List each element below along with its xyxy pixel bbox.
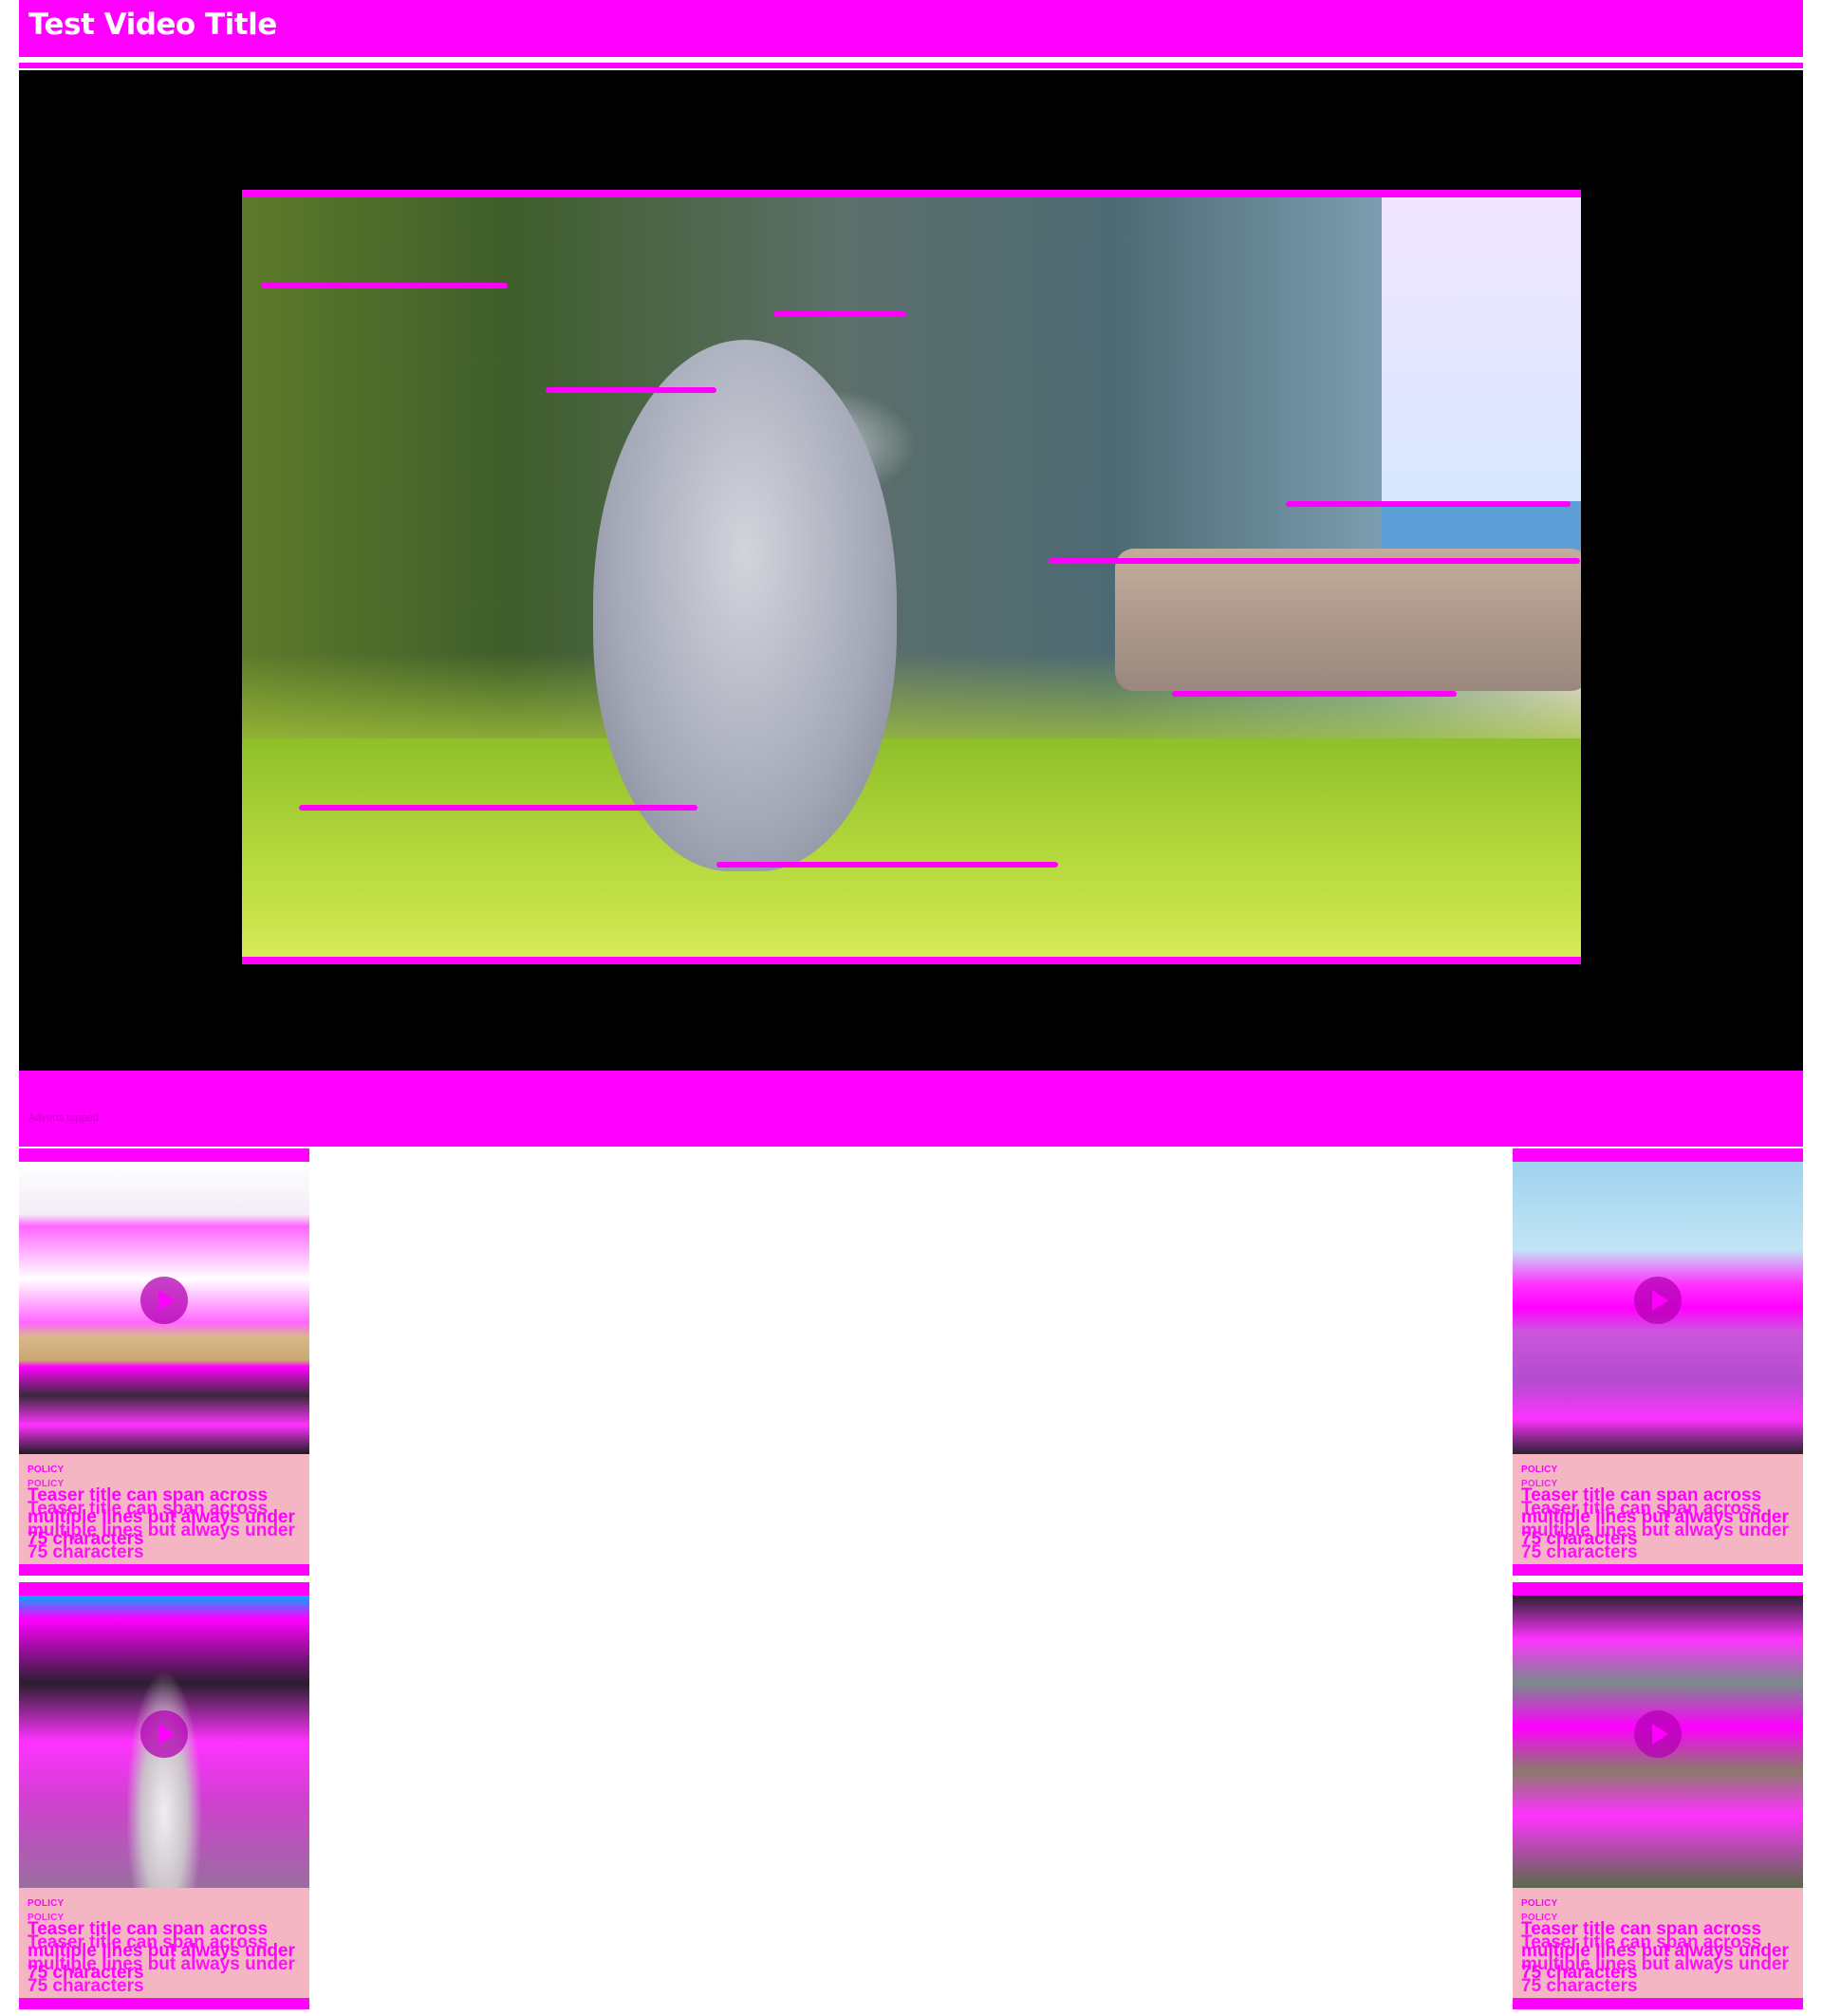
page: Test Video Title Adverts tapped POLICY P… xyxy=(0,0,1822,2016)
thumbnail-border xyxy=(19,1148,309,1162)
header-bar: Test Video Title xyxy=(19,0,1803,57)
play-icon[interactable] xyxy=(140,1277,188,1324)
controls-divider xyxy=(19,1143,1803,1147)
play-icon[interactable] xyxy=(140,1710,188,1758)
thumbnail-border xyxy=(1513,1582,1803,1596)
video-character xyxy=(593,340,897,871)
page-title: Test Video Title xyxy=(28,8,277,42)
card-title-echo: Teaser title can span across multiple li… xyxy=(28,1932,295,1996)
video-frame[interactable] xyxy=(242,190,1581,964)
card-title-echo: Teaser title can span across multiple li… xyxy=(28,1499,295,1562)
header-divider xyxy=(19,63,1803,68)
video-grass xyxy=(242,738,1581,957)
card-title-echo: Teaser title can span across multiple li… xyxy=(1521,1499,1789,1562)
artifact-streak xyxy=(299,805,697,811)
player-controls[interactable]: Adverts tapped xyxy=(19,1071,1803,1143)
video-sky xyxy=(1382,197,1581,501)
card-thumbnail[interactable] xyxy=(19,1148,309,1454)
card-category: POLICY xyxy=(28,1898,65,1909)
artifact-streak xyxy=(546,387,716,393)
thumbnail-border xyxy=(1513,1148,1803,1162)
play-icon[interactable] xyxy=(1634,1710,1682,1758)
video-card[interactable]: POLICY POLICY Teaser title can span acro… xyxy=(1513,1148,1803,1576)
controls-label: Adverts tapped xyxy=(28,1112,99,1124)
video-card[interactable]: POLICY POLICY Teaser title can span acro… xyxy=(1513,1582,1803,2009)
card-thumbnail[interactable] xyxy=(1513,1148,1803,1454)
play-icon[interactable] xyxy=(1634,1277,1682,1324)
card-footer-bar xyxy=(1513,1998,1803,2009)
card-footer-bar xyxy=(1513,1564,1803,1576)
artifact-streak xyxy=(716,862,1058,868)
artifact-streak xyxy=(1172,691,1457,697)
card-thumbnail[interactable] xyxy=(1513,1582,1803,1888)
artifact-streak xyxy=(1049,558,1580,564)
video-player[interactable] xyxy=(19,70,1803,1071)
card-category: POLICY xyxy=(1521,1465,1558,1475)
card-title-echo: Teaser title can span across multiple li… xyxy=(1521,1932,1789,1996)
artifact-streak xyxy=(261,283,508,289)
video-card[interactable]: POLICY POLICY Teaser title can span acro… xyxy=(19,1148,309,1576)
artifact-streak xyxy=(773,311,906,317)
card-footer-bar xyxy=(19,1564,309,1576)
video-rock xyxy=(1115,549,1581,691)
artifact-streak xyxy=(1286,501,1571,507)
card-footer-bar xyxy=(19,1998,309,2009)
thumbnail-border xyxy=(19,1582,309,1596)
card-thumbnail[interactable] xyxy=(19,1582,309,1888)
card-category: POLICY xyxy=(28,1465,65,1475)
card-category: POLICY xyxy=(1521,1898,1558,1909)
video-card[interactable]: POLICY POLICY Teaser title can span acro… xyxy=(19,1582,309,2009)
